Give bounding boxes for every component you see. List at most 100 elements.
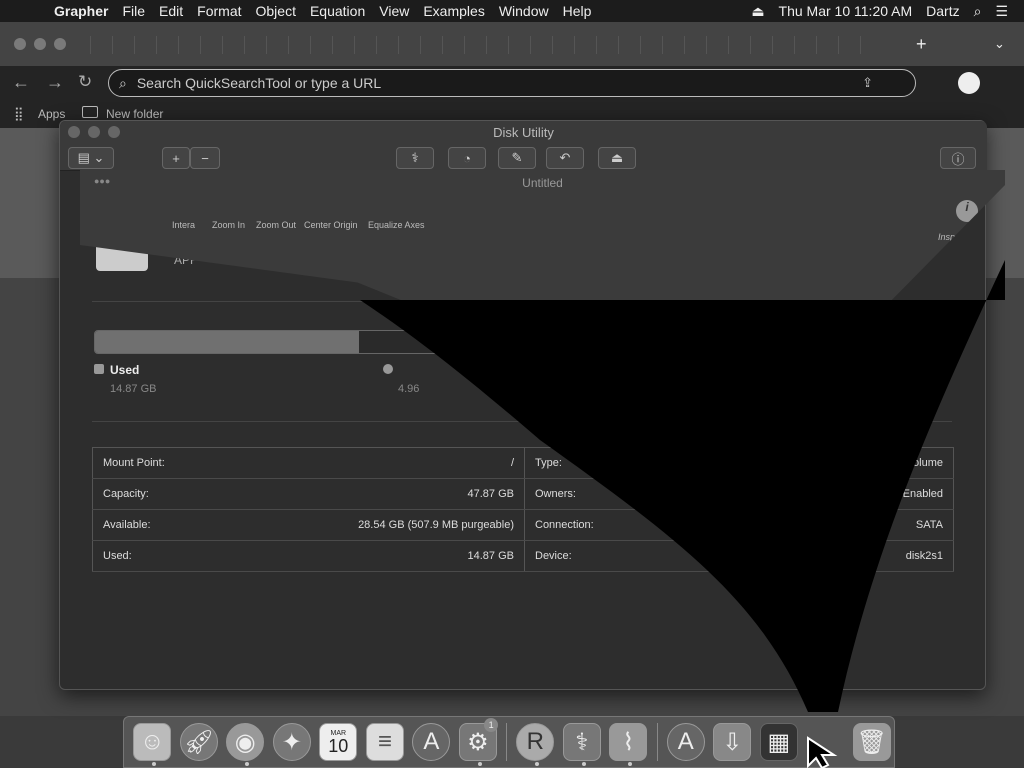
dock-downloads[interactable]: ⇩: [710, 718, 755, 766]
dock-app-store-folder[interactable]: A: [664, 718, 709, 766]
minimize-window-button[interactable]: [34, 38, 46, 50]
free-legend-swatch: [383, 364, 393, 374]
notes-icon: ≡: [365, 723, 404, 761]
menu-format[interactable]: Format: [197, 3, 241, 19]
table-row: Device: disk2s1: [524, 540, 954, 572]
free-legend-value: 4.96: [398, 383, 420, 395]
dock-r-app[interactable]: R: [513, 718, 558, 766]
dock-calendar[interactable]: MAR 10: [316, 718, 361, 766]
first-aid-icon[interactable]: ⚕: [396, 147, 434, 169]
menu-equation[interactable]: Equation: [310, 3, 365, 19]
table-row: Available: 28.54 GB (507.9 MB purgeable): [92, 509, 525, 541]
launchpad-rocket-icon: 🚀︎: [179, 723, 218, 761]
menu-window[interactable]: Window: [499, 3, 549, 19]
minimized-window-thumbnail-icon: ▦: [759, 723, 798, 761]
dock-minimized-window[interactable]: ▦: [757, 718, 802, 766]
notification-center-icon[interactable]: ☰: [995, 3, 1008, 20]
tool-center-origin[interactable]: Center Origin: [304, 220, 358, 230]
dock: ☺ 🚀︎ ◉ ✦ MAR 10 ≡ A ⚙ 1 R ⚕ ⌇ A ⇩ ▦ 🗑︎: [123, 716, 895, 768]
r-language-icon: R: [516, 723, 555, 761]
type-label: Type:: [524, 447, 756, 479]
share-icon[interactable]: ⇪: [862, 75, 873, 91]
grapher-icon: ⌇: [609, 723, 648, 761]
menu-help[interactable]: Help: [563, 3, 592, 19]
spotlight-search-icon[interactable]: ⌕: [974, 3, 982, 20]
dock-finder[interactable]: ☺: [130, 718, 175, 766]
capacity-label: Capacity:: [92, 478, 230, 510]
tab-menu-chevron-icon[interactable]: ⌄: [994, 36, 1005, 52]
app-store-icon: A: [666, 723, 705, 761]
type-value: S Volume: [755, 447, 954, 479]
search-icon: ⌕: [119, 74, 127, 91]
erase-icon[interactable]: ✎: [498, 147, 536, 169]
bookmark-apps[interactable]: Apps: [38, 107, 65, 121]
add-volume-icon[interactable]: +: [162, 147, 190, 169]
used-label: Used:: [92, 540, 230, 572]
close-window-button[interactable]: [14, 38, 26, 50]
eject-icon[interactable]: ⏏: [751, 3, 764, 20]
info-icon[interactable]: ⓘ: [940, 147, 976, 169]
info-table-right: Type: S Volume Owners: Enabled Connection:…: [524, 447, 954, 572]
clock[interactable]: Thu Mar 10 11:20 AM: [779, 3, 913, 19]
dock-app-store[interactable]: A: [409, 718, 454, 766]
table-row: Owners: Enabled: [524, 478, 954, 510]
profile-avatar-icon[interactable]: [958, 72, 980, 94]
used-legend-swatch: [94, 364, 104, 374]
device-value: disk2s1: [755, 540, 954, 572]
table-row: Capacity: 47.87 GB: [92, 478, 525, 510]
table-row: Connection: SATA: [524, 509, 954, 541]
menu-file[interactable]: File: [122, 3, 145, 19]
dock-trash[interactable]: 🗑︎: [850, 718, 895, 766]
new-tab-button[interactable]: +: [916, 34, 927, 55]
partition-icon[interactable]: ◔: [448, 147, 486, 169]
dock-grapher[interactable]: ⌇: [606, 718, 651, 766]
mount-icon[interactable]: ⏏: [598, 147, 636, 169]
tab-strip[interactable]: [90, 36, 880, 54]
chrome-icon: ◉: [226, 723, 265, 761]
apps-grid-icon[interactable]: ⣿: [14, 106, 24, 122]
tool-zoom-out[interactable]: Zoom Out: [256, 220, 296, 230]
connection-label: Connection:: [524, 509, 756, 541]
reload-icon[interactable]: ↻: [78, 72, 92, 92]
menu-object[interactable]: Object: [256, 3, 296, 19]
mouse-cursor-icon: [807, 736, 838, 768]
remove-volume-icon[interactable]: −: [190, 147, 220, 169]
calendar-day: 10: [328, 735, 349, 756]
dock-disk-utility[interactable]: ⚕: [560, 718, 605, 766]
menu-edit[interactable]: Edit: [159, 3, 183, 19]
table-row: Used: 14.87 GB: [92, 540, 525, 572]
tab-bar: + ⌄: [0, 22, 1024, 66]
dock-system-preferences[interactable]: ⚙ 1: [456, 718, 501, 766]
address-bar[interactable]: ⌕ Search QuickSearchTool or type a URL ⇪: [108, 69, 916, 97]
disk-utility-titlebar: Disk Utility ▤ ⌄ + − ⚕ ◔ ✎ ↶ ⏏ ⓘ: [60, 121, 987, 171]
calendar-icon: MAR 10: [319, 723, 358, 761]
menu-examples[interactable]: Examples: [423, 3, 484, 19]
back-arrow-icon[interactable]: ←: [12, 72, 30, 93]
user-name[interactable]: Dartz: [926, 3, 959, 19]
connection-value: SATA: [755, 509, 954, 541]
tool-equalize-axes[interactable]: Equalize Axes: [368, 220, 425, 230]
sidebar-toggle-icon[interactable]: ▤ ⌄: [68, 147, 114, 169]
used-legend-value: 14.87 GB: [110, 383, 157, 395]
dock-safari[interactable]: ✦: [270, 718, 315, 766]
dock-chrome[interactable]: ◉: [223, 718, 268, 766]
dock-notes[interactable]: ≡: [363, 718, 408, 766]
bookmark-new-folder[interactable]: New folder: [106, 107, 163, 121]
dock-launchpad[interactable]: 🚀︎: [177, 718, 222, 766]
finder-icon: ☺: [133, 723, 172, 761]
mount-point-value: /: [229, 447, 525, 479]
forward-arrow-icon[interactable]: →: [46, 72, 64, 93]
table-row: Type: S Volume: [524, 447, 954, 479]
zoom-window-button[interactable]: [54, 38, 66, 50]
window-title: Disk Utility: [493, 125, 554, 140]
tool-zoom-in[interactable]: Zoom In: [212, 220, 245, 230]
trash-icon: 🗑︎: [852, 723, 891, 761]
menu-app-name[interactable]: Grapher: [54, 3, 108, 19]
menu-bar: Grapher File Edit Format Object Equation…: [0, 0, 1024, 22]
used-value: 14.87 GB: [229, 540, 525, 572]
restore-icon[interactable]: ↶: [546, 147, 584, 169]
tool-interact[interactable]: Intera: [172, 220, 195, 230]
owners-value: Enabled: [755, 478, 954, 510]
dock-separator: [506, 723, 508, 761]
menu-view[interactable]: View: [379, 3, 409, 19]
